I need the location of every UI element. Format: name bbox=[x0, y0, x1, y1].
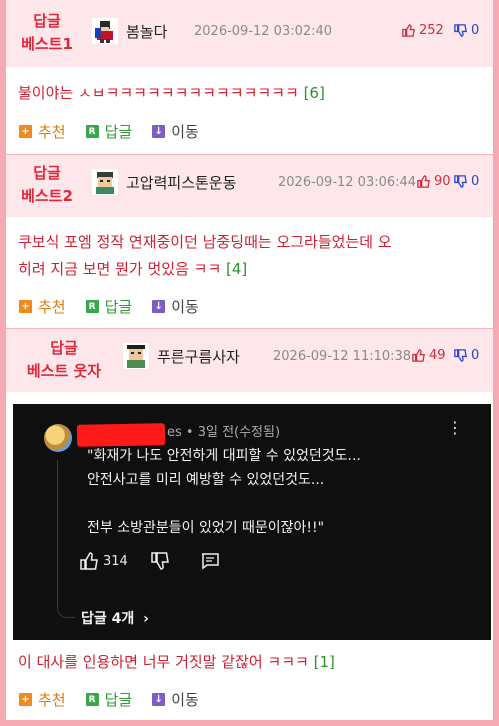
thumbs-up-icon bbox=[80, 552, 98, 570]
embedded-reaction-row: 314 bbox=[79, 551, 220, 571]
comment-text: 쿠보식 포엠 정작 연재중이던 남중딩때는 오그라들었는데 오 히려 지금 보면… bbox=[18, 229, 483, 283]
reply-count[interactable]: [1] bbox=[314, 653, 335, 671]
downvote-button[interactable]: 0 bbox=[453, 174, 479, 189]
more-options-icon: ⋮ bbox=[447, 418, 463, 437]
avatar[interactable] bbox=[123, 343, 149, 369]
thumbs-up-icon bbox=[412, 349, 425, 362]
reply-thread-line bbox=[57, 460, 75, 618]
badge-line1: 답글 bbox=[33, 12, 61, 30]
comment-icon bbox=[201, 553, 219, 570]
timestamp: 2026-09-12 03:02:40 bbox=[194, 24, 333, 39]
comment-body-line1: 쿠보식 포엠 정작 연재중이던 남중딩때는 오그라들었는데 오 bbox=[18, 233, 392, 251]
embedded-comment-screenshot: es • 3일 전(수정됨) ⋮ "화재가 나도 안전하게 대피할 수 있었던것… bbox=[13, 404, 491, 640]
downvote-count: 0 bbox=[471, 174, 480, 189]
comment-text: 이 대사를 인용하면 너무 거짓말 같잖어 ㅋㅋㅋ [1] bbox=[18, 649, 483, 676]
best-badge: 답글 베스트2 bbox=[14, 162, 80, 208]
quote-line1: "화재가 나도 안전하게 대피할 수 있었던것도... bbox=[87, 448, 361, 464]
arrow-down-icon: ↓ bbox=[152, 300, 166, 313]
nickname[interactable]: 봄놀다 bbox=[126, 21, 167, 42]
comment-header: 답글 베스트1 봄놀다 2026-09-12 03:02:40 252 0 bbox=[6, 0, 493, 67]
reply-label: 답글 bbox=[104, 691, 133, 709]
timestamp: 2026-09-12 03:06:44 bbox=[278, 175, 417, 190]
comment-actions: + 추천 R 답글 ↓ 이동 bbox=[19, 689, 219, 710]
move-label: 이동 bbox=[171, 298, 199, 316]
avatar[interactable] bbox=[92, 18, 118, 44]
quote-line2: 안전사고를 미리 예방할 수 있었던것도... bbox=[87, 472, 325, 488]
best-badge: 답글 베스트1 bbox=[14, 10, 80, 56]
badge-line2: 베스트1 bbox=[21, 35, 73, 53]
thumbs-down-icon bbox=[151, 552, 169, 570]
move-button[interactable]: ↓ 이동 bbox=[152, 689, 199, 710]
badge-line2: 베스트2 bbox=[21, 187, 73, 205]
reply-icon: R bbox=[85, 300, 99, 313]
comment-body-line2: 히려 지금 보면 뭔가 멋있음 ㅋㅋ bbox=[18, 260, 222, 278]
thumbs-down-icon bbox=[454, 349, 467, 362]
upvote-count: 90 bbox=[434, 174, 451, 189]
recommend-button[interactable]: + 추천 bbox=[19, 689, 66, 710]
thumbs-down-icon bbox=[454, 175, 467, 188]
chevron-right-icon: › bbox=[143, 611, 149, 627]
move-button[interactable]: ↓ 이동 bbox=[152, 296, 199, 317]
reply-button[interactable]: R 답글 bbox=[85, 121, 133, 142]
quoted-comment: "화재가 나도 안전하게 대피할 수 있었던것도... 안전사고를 미리 예방할… bbox=[87, 444, 361, 540]
comment-header: 답글 베스트 웃자 푸른구름사자 2026-09-12 11:10:38 49 … bbox=[6, 328, 493, 392]
reply-label: 답글 bbox=[104, 298, 133, 316]
downvote-count: 0 bbox=[471, 348, 480, 363]
comment-text: 불이야는 ㅅㅂㅋㅋㅋㅋㅋㅋㅋㅋㅋㅋㅋㅋㅋㅋ [6] bbox=[18, 80, 483, 107]
upvote-count: 252 bbox=[419, 23, 444, 38]
badge-line1: 답글 bbox=[33, 164, 61, 182]
comment-body: 이 대사를 인용하면 너무 거짓말 같잖어 ㅋㅋㅋ bbox=[18, 653, 309, 671]
thumbs-up-icon bbox=[402, 24, 415, 37]
thumbs-down-icon bbox=[454, 24, 467, 37]
downvote-count: 0 bbox=[471, 23, 480, 38]
badge-line1: 답글 bbox=[50, 339, 78, 357]
arrow-down-icon: ↓ bbox=[152, 125, 166, 138]
recommend-button[interactable]: + 추천 bbox=[19, 296, 66, 317]
upvote-button[interactable]: 252 bbox=[401, 23, 444, 38]
best-badge: 답글 베스트 웃자 bbox=[14, 337, 114, 383]
like-count: 314 bbox=[103, 553, 128, 569]
reply-count[interactable]: [4] bbox=[226, 260, 247, 278]
plus-icon: + bbox=[19, 693, 32, 706]
move-label: 이동 bbox=[171, 123, 199, 141]
best-comments-panel: 답글 베스트1 봄놀다 2026-09-12 03:02:40 252 0 불이… bbox=[6, 0, 493, 720]
replies-label: 답글 4개 bbox=[81, 611, 135, 627]
move-label: 이동 bbox=[171, 691, 199, 709]
reply-icon: R bbox=[85, 693, 99, 706]
downvote-button[interactable]: 0 bbox=[453, 23, 479, 38]
recommend-label: 추천 bbox=[38, 123, 66, 141]
commenter-avatar-image bbox=[44, 424, 72, 452]
comment-actions: + 추천 R 답글 ↓ 이동 bbox=[19, 296, 219, 317]
nickname[interactable]: 고압력피스톤운동 bbox=[126, 172, 236, 193]
nickname[interactable]: 푸른구름사자 bbox=[157, 346, 240, 367]
reply-label: 답글 bbox=[104, 123, 133, 141]
upvote-count: 49 bbox=[429, 348, 446, 363]
plus-icon: + bbox=[19, 300, 32, 313]
upvote-button[interactable]: 90 bbox=[416, 174, 451, 189]
comment-body: 불이야는 ㅅㅂㅋㅋㅋㅋㅋㅋㅋㅋㅋㅋㅋㅋㅋㅋ bbox=[18, 84, 299, 102]
badge-line2: 베스트 웃자 bbox=[26, 362, 102, 380]
reply-button[interactable]: R 답글 bbox=[85, 296, 133, 317]
arrow-down-icon: ↓ bbox=[152, 693, 166, 706]
comment-actions: + 추천 R 답글 ↓ 이동 bbox=[19, 121, 219, 142]
thumbs-up-icon bbox=[417, 175, 430, 188]
plus-icon: + bbox=[19, 125, 32, 138]
recommend-button[interactable]: + 추천 bbox=[19, 121, 66, 142]
downvote-button[interactable]: 0 bbox=[453, 348, 479, 363]
timestamp: 2026-09-12 11:10:38 bbox=[273, 349, 412, 364]
move-button[interactable]: ↓ 이동 bbox=[152, 121, 199, 142]
replies-link: 답글 4개 › bbox=[81, 608, 149, 628]
quote-line3: 전부 소방관분들이 있었기 때문이잖아!!" bbox=[87, 520, 325, 536]
recommend-label: 추천 bbox=[38, 691, 66, 709]
upvote-button[interactable]: 49 bbox=[411, 348, 446, 363]
avatar[interactable] bbox=[92, 169, 118, 195]
comment-header: 답글 베스트2 고압력피스톤운동 2026-09-12 03:06:44 90 … bbox=[6, 154, 493, 217]
reply-icon: R bbox=[85, 125, 99, 138]
reply-button[interactable]: R 답글 bbox=[85, 689, 133, 710]
recommend-label: 추천 bbox=[38, 298, 66, 316]
comment-meta: es • 3일 전(수정됨) bbox=[167, 425, 281, 440]
reply-count[interactable]: [6] bbox=[304, 84, 325, 102]
